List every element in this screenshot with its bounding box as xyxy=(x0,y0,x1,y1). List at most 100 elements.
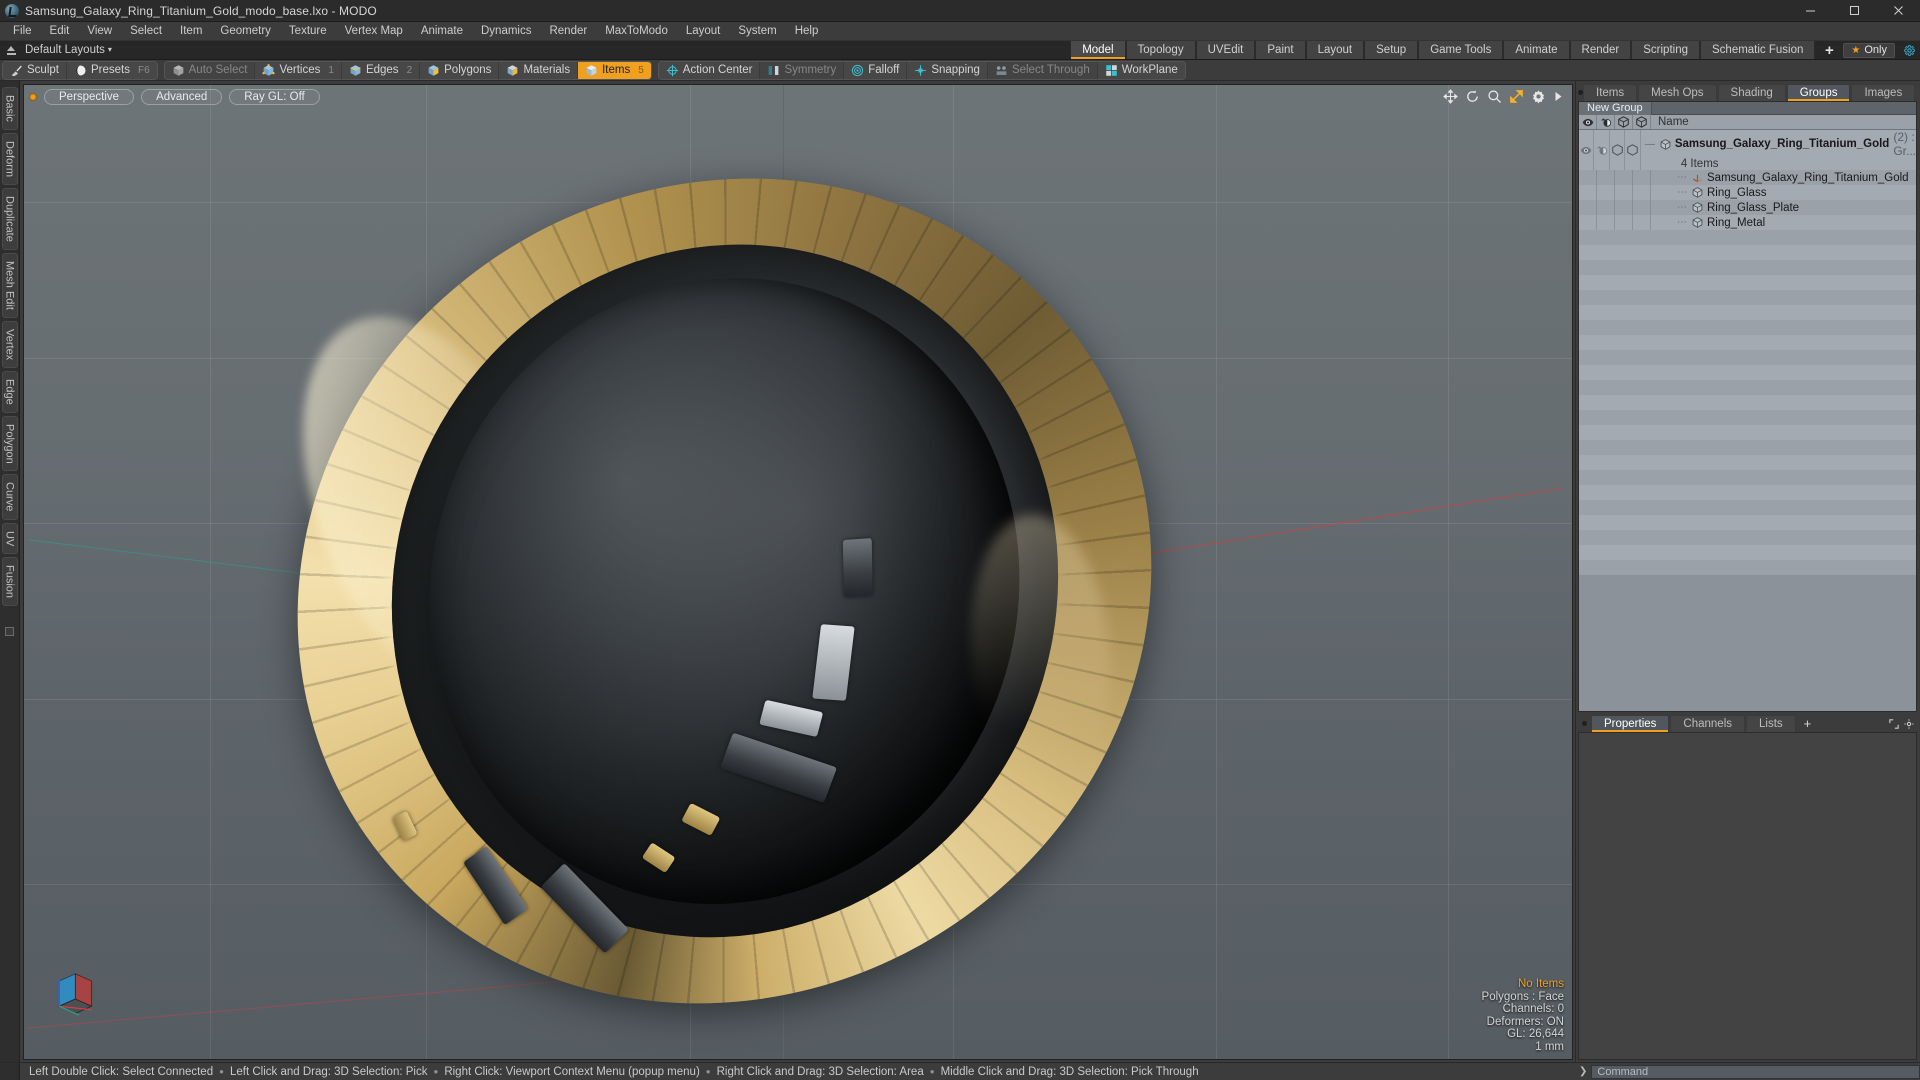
right-tab-mesh-ops[interactable]: Mesh Ops xyxy=(1638,84,1717,101)
row-visibility-toggle[interactable] xyxy=(1579,185,1597,200)
layout-tab-model[interactable]: Model xyxy=(1070,41,1126,59)
left-tab-fusion[interactable]: Fusion xyxy=(1,557,18,607)
right-tab-images[interactable]: Images xyxy=(1851,84,1916,101)
properties-menu-dot[interactable] xyxy=(1578,715,1591,732)
column-wireframe-header[interactable] xyxy=(1615,115,1633,129)
row-render-toggle[interactable] xyxy=(1597,215,1615,230)
layout-tab-scripting[interactable]: Scripting xyxy=(1631,41,1700,59)
tool-snapping[interactable]: Snapping xyxy=(907,61,988,79)
row-wireframe-toggle[interactable] xyxy=(1615,215,1633,230)
row-wireframe-toggle[interactable] xyxy=(1615,185,1633,200)
layout-tab-setup[interactable]: Setup xyxy=(1364,41,1419,59)
zoom-icon[interactable] xyxy=(1487,89,1502,104)
row-render-toggle[interactable] xyxy=(1597,170,1615,185)
menu-render[interactable]: Render xyxy=(540,22,596,41)
right-tab-shading[interactable]: Shading xyxy=(1717,84,1786,101)
tool-falloff[interactable]: Falloff xyxy=(844,61,908,79)
properties-add-tab[interactable]: + xyxy=(1797,715,1819,732)
layout-tab-uvedit[interactable]: UVEdit xyxy=(1195,41,1256,59)
default-layouts-dropdown[interactable]: Default Layouts ▾ xyxy=(25,44,112,56)
maximize-button[interactable] xyxy=(1832,0,1876,22)
viewport-menu-dot[interactable] xyxy=(29,93,37,101)
tree-row-group-root[interactable]: — Samsung_Galaxy_Ring_Titanium_Gold (2) … xyxy=(1579,130,1916,170)
menu-layout[interactable]: Layout xyxy=(677,22,730,41)
left-tabs-collapse-handle[interactable] xyxy=(5,627,14,637)
row-shading-toggle[interactable] xyxy=(1633,185,1651,200)
menu-select[interactable]: Select xyxy=(121,22,171,41)
move-icon[interactable] xyxy=(1443,89,1458,104)
menu-view[interactable]: View xyxy=(78,22,121,41)
eject-layout-icon[interactable] xyxy=(5,44,18,57)
new-group-button[interactable]: New Group xyxy=(1579,101,1652,115)
left-tab-duplicate[interactable]: Duplicate xyxy=(1,187,18,250)
command-input[interactable] xyxy=(1591,1064,1920,1079)
layout-tab-topology[interactable]: Topology xyxy=(1125,41,1196,59)
tool-materials[interactable]: Materials xyxy=(499,61,579,79)
row-shading-toggle[interactable] xyxy=(1633,200,1651,215)
row-wireframe-toggle[interactable] xyxy=(1610,130,1626,170)
left-tab-mesh-edit[interactable]: Mesh Edit xyxy=(1,252,18,318)
column-visibility-header[interactable] xyxy=(1579,115,1597,129)
layout-tab-paint[interactable]: Paint xyxy=(1255,41,1306,59)
tool-auto-select[interactable]: Auto Select xyxy=(164,61,256,79)
gear-icon[interactable] xyxy=(1531,89,1546,104)
menu-help[interactable]: Help xyxy=(786,22,828,41)
row-render-toggle[interactable] xyxy=(1597,185,1615,200)
tree-row-locator[interactable]: ⋯ Samsung_Galaxy_Ring_Titanium_Gold xyxy=(1579,170,1916,185)
properties-tab-lists[interactable]: Lists xyxy=(1746,715,1796,732)
layout-tab-layout[interactable]: Layout xyxy=(1305,41,1365,59)
tool-presets[interactable]: Presets F6 xyxy=(66,61,157,79)
row-render-toggle[interactable] xyxy=(1594,130,1610,170)
expand-icon[interactable] xyxy=(1889,718,1899,729)
tool-edges[interactable]: Edges 2 xyxy=(341,61,421,79)
menu-edit[interactable]: Edit xyxy=(41,22,79,41)
tree-expander[interactable]: — xyxy=(1645,139,1656,150)
left-tab-deform[interactable]: Deform xyxy=(1,132,18,185)
row-visibility-toggle[interactable] xyxy=(1579,200,1597,215)
perspective-viewport[interactable]: Perspective Advanced Ray GL: Off No Item… xyxy=(23,84,1573,1060)
layout-tab-animate[interactable]: Animate xyxy=(1503,41,1570,59)
minimize-button[interactable] xyxy=(1788,0,1832,22)
row-wireframe-toggle[interactable] xyxy=(1615,200,1633,215)
right-panel-add-tab[interactable]: + xyxy=(1916,84,1920,101)
tool-items[interactable]: Items 5 xyxy=(578,61,651,79)
layout-tab-render[interactable]: Render xyxy=(1569,41,1632,59)
left-tab-edge[interactable]: Edge xyxy=(1,370,18,413)
row-shading-toggle[interactable] xyxy=(1625,130,1641,170)
left-tab-vertex[interactable]: Vertex xyxy=(1,320,18,368)
menu-texture[interactable]: Texture xyxy=(280,22,336,41)
properties-tab-properties[interactable]: Properties xyxy=(1591,715,1670,732)
row-visibility-toggle[interactable] xyxy=(1579,170,1597,185)
right-tab-groups[interactable]: Groups xyxy=(1786,84,1851,101)
viewport-view-mode[interactable]: Perspective xyxy=(44,89,135,105)
left-tab-basic[interactable]: Basic xyxy=(1,87,18,130)
left-tab-uv[interactable]: UV xyxy=(1,522,18,555)
close-button[interactable] xyxy=(1876,0,1920,22)
panel-options-icon[interactable] xyxy=(1904,718,1914,729)
row-wireframe-toggle[interactable] xyxy=(1615,170,1633,185)
row-visibility-toggle[interactable] xyxy=(1579,130,1595,170)
tree-row-ring-glass-plate[interactable]: ⋯ Ring_Glass_Plate xyxy=(1579,200,1916,215)
viewport-raygl-toggle[interactable]: Ray GL: Off xyxy=(229,89,320,105)
tool-sculpt[interactable]: Sculpt xyxy=(3,61,67,79)
tree-row-ring-glass[interactable]: ⋯ Ring_Glass xyxy=(1579,185,1916,200)
menu-dynamics[interactable]: Dynamics xyxy=(472,22,540,41)
tool-action-center[interactable]: Action Center xyxy=(658,61,761,79)
tool-symmetry[interactable]: Symmetry xyxy=(760,61,845,79)
column-shading-header[interactable] xyxy=(1633,115,1651,129)
tool-select-through[interactable]: Select Through xyxy=(987,61,1098,79)
rotate-icon[interactable] xyxy=(1465,89,1480,104)
left-tab-polygon[interactable]: Polygon xyxy=(1,415,18,472)
menu-file[interactable]: File xyxy=(4,22,41,41)
menu-maxtomodo[interactable]: MaxToModo xyxy=(596,22,677,41)
layout-tab-schematic-fusion[interactable]: Schematic Fusion xyxy=(1700,41,1816,59)
row-shading-toggle[interactable] xyxy=(1633,215,1651,230)
tool-polygons[interactable]: Polygons xyxy=(420,61,500,79)
gear-icon[interactable] xyxy=(1901,42,1917,58)
row-shading-toggle[interactable] xyxy=(1633,170,1651,185)
add-layout-tab-button[interactable]: + xyxy=(1815,41,1844,59)
menu-geometry[interactable]: Geometry xyxy=(211,22,280,41)
tool-vertices[interactable]: Vertices 1 xyxy=(255,61,342,79)
tool-workplane[interactable]: WorkPlane xyxy=(1097,61,1185,79)
menu-animate[interactable]: Animate xyxy=(412,22,472,41)
